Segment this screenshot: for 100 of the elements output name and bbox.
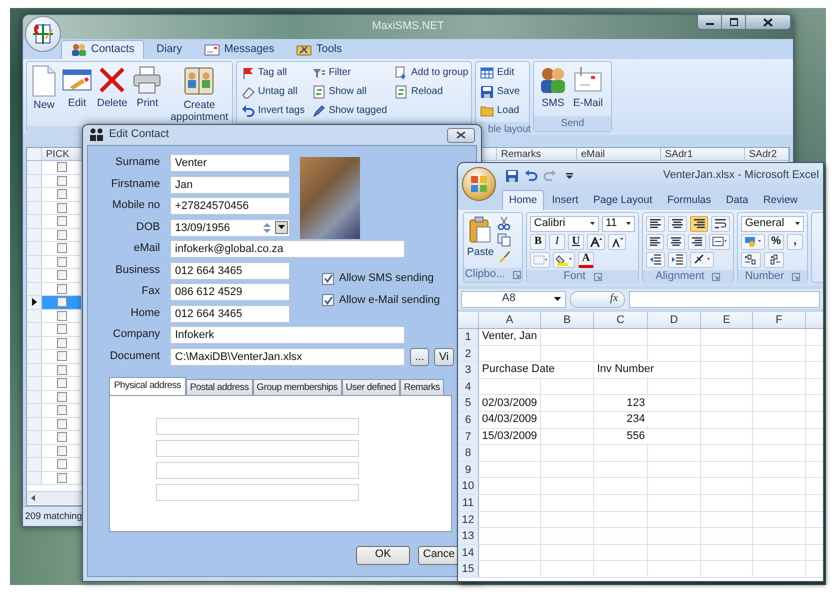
font-name-dropdown[interactable]: Calibri	[530, 216, 599, 232]
shrink-font-button[interactable]	[608, 234, 626, 250]
ribbon-button[interactable]: Filter	[310, 64, 388, 81]
ribbon-button[interactable]: Show all	[310, 83, 388, 100]
text-field[interactable]: 012 664 3465	[170, 304, 290, 322]
checkbox[interactable]	[322, 294, 334, 306]
checkbox[interactable]	[56, 230, 66, 240]
column-header[interactable]: D	[648, 312, 701, 328]
percent-button[interactable]: %	[768, 234, 784, 250]
date-field[interactable]: 13/09/1956	[170, 218, 290, 236]
ribbon-button[interactable]: SMS	[537, 64, 569, 114]
ribbon-tab[interactable]: Page Layout	[586, 190, 660, 210]
row-header[interactable]: 9	[458, 462, 479, 478]
checkbox[interactable]	[56, 202, 66, 213]
ribbon-tab[interactable]: Home	[502, 190, 544, 210]
insert-function-button[interactable]: fx	[570, 290, 625, 308]
ribbon-button[interactable]: Reload	[393, 83, 470, 100]
ribbon-button[interactable]: Untag all	[240, 83, 306, 100]
column-header[interactable]: C	[594, 312, 648, 328]
checkbox[interactable]	[56, 176, 66, 186]
ribbon-tab[interactable]: Diary	[146, 40, 192, 59]
align-right-button[interactable]	[688, 234, 706, 250]
tab[interactable]: Remarks	[400, 378, 444, 394]
checkbox[interactable]	[56, 405, 66, 416]
column-header[interactable]: E	[701, 312, 753, 328]
increase-indent-button[interactable]	[668, 252, 687, 268]
comma-style-button[interactable]: ,	[787, 234, 803, 250]
save-button[interactable]	[504, 168, 520, 184]
row-header[interactable]: 3	[458, 362, 479, 378]
checkbox[interactable]	[56, 243, 66, 254]
close-button[interactable]	[447, 128, 475, 142]
ribbon-tab[interactable]: Tools	[286, 40, 352, 59]
row-header[interactable]: 7	[458, 428, 479, 444]
ribbon-tab[interactable]: Data	[719, 190, 756, 210]
checkbox[interactable]	[56, 446, 66, 456]
office-button[interactable]	[462, 167, 496, 201]
checkbox[interactable]	[56, 338, 66, 348]
row-header[interactable]: 1	[458, 329, 479, 345]
address-field[interactable]	[156, 418, 359, 434]
text-field[interactable]: +27824570456	[170, 197, 290, 215]
scissors-icon[interactable]	[496, 216, 511, 230]
column-header[interactable]: F	[753, 312, 806, 328]
text-field[interactable]: 086 612 4529	[170, 283, 290, 301]
ribbon-button[interactable]: Edit	[479, 64, 521, 81]
row-header[interactable]: 8	[458, 445, 479, 461]
column-header[interactable]: SAdr1	[661, 148, 745, 160]
checkbox[interactable]	[56, 378, 66, 388]
address-field[interactable]	[156, 462, 359, 478]
ribbon-tab[interactable]: Formulas	[660, 190, 718, 210]
column-header[interactable]: eMail	[577, 148, 661, 160]
ribbon-tab[interactable]: Insert	[545, 190, 586, 210]
increase-decimal-button[interactable]	[741, 252, 761, 268]
checkbox[interactable]	[56, 364, 66, 375]
cancel-button[interactable]: Cance	[418, 546, 458, 564]
ribbon-button[interactable]: Edit	[61, 64, 93, 124]
row-header[interactable]: 6	[458, 412, 479, 428]
bottom-align-button[interactable]	[690, 216, 708, 232]
address-field[interactable]	[156, 484, 359, 500]
text-field[interactable]: Infokerk	[170, 326, 405, 344]
address-field[interactable]	[156, 440, 359, 456]
ribbon-button[interactable]: Add to group	[393, 64, 470, 81]
tab[interactable]: Postal address	[186, 378, 253, 394]
checkbox[interactable]	[56, 256, 66, 267]
dialog-launcher-icon[interactable]	[594, 273, 602, 281]
checkbox[interactable]	[56, 418, 66, 429]
checkbox[interactable]	[56, 459, 66, 470]
underline-button[interactable]: U	[568, 234, 584, 250]
checkbox[interactable]	[56, 189, 66, 200]
ribbon-button[interactable]: Show tagged	[310, 102, 388, 119]
ribbon-button[interactable]: Delete	[96, 64, 128, 124]
ribbon-tab[interactable]: Contacts	[61, 40, 144, 59]
dropdown-button[interactable]	[275, 220, 288, 234]
orientation-button[interactable]	[690, 252, 714, 268]
column-header[interactable]: Remarks	[497, 148, 577, 160]
ribbon-button[interactable]: Create appointment	[166, 64, 232, 124]
checkbox[interactable]	[56, 284, 66, 294]
tab[interactable]: Group memberships	[252, 378, 342, 394]
fill-color-button[interactable]	[553, 252, 575, 268]
font-size-dropdown[interactable]: 11	[602, 216, 635, 232]
wrap-text-button[interactable]	[711, 216, 730, 232]
copy-icon[interactable]	[496, 233, 511, 247]
ok-button[interactable]: OK	[356, 546, 410, 564]
merge-button[interactable]	[709, 234, 730, 250]
top-align-button[interactable]	[646, 216, 665, 232]
text-field[interactable]: 012 664 3465	[170, 262, 290, 280]
row-header[interactable]: 12	[458, 512, 479, 528]
checkbox[interactable]	[56, 216, 66, 226]
currency-button[interactable]	[741, 234, 765, 250]
undo-button[interactable]	[523, 168, 539, 184]
checkbox[interactable]	[56, 310, 66, 321]
dialog-launcher-icon[interactable]	[712, 273, 720, 281]
row-header[interactable]: 5	[458, 395, 479, 411]
dialog-launcher-icon[interactable]	[792, 273, 800, 281]
ribbon-tab[interactable]: Messages	[194, 40, 284, 59]
align-left-button[interactable]	[646, 234, 664, 250]
row-header[interactable]: 15	[458, 561, 479, 577]
italic-button[interactable]: I	[549, 234, 565, 250]
text-field[interactable]: Jan	[170, 176, 290, 194]
decrease-indent-button[interactable]	[646, 252, 665, 268]
ribbon-button[interactable]: E-Mail	[572, 64, 604, 114]
